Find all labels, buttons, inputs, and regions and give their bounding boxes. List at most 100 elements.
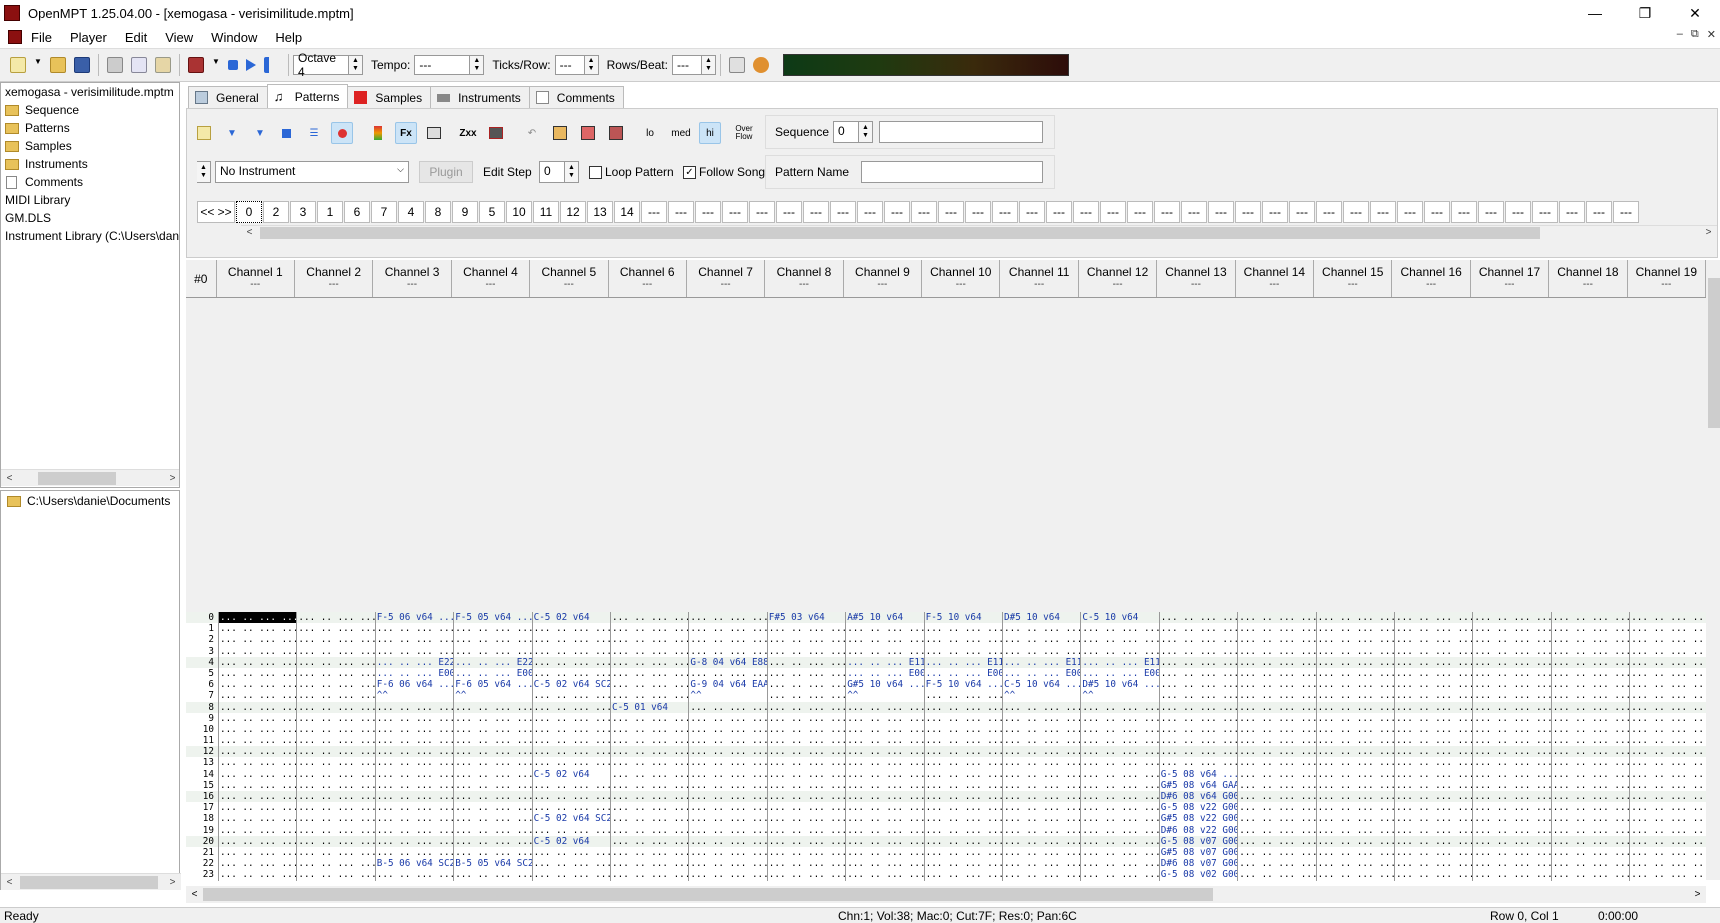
pattern-row[interactable]: 8... .. ... ...... .. ... ...... .. ... … <box>186 701 1706 713</box>
pattern-cell[interactable]: ... .. ... ... <box>1158 623 1237 635</box>
pattern-cell[interactable]: ... .. ... ... <box>1080 701 1159 713</box>
pattern-cell[interactable]: ... .. ... ... <box>923 813 1002 825</box>
plugin-button[interactable]: Plugin <box>419 161 473 183</box>
pattern-cell[interactable]: ... .. ... ... <box>453 757 532 769</box>
tree-gm-dls[interactable]: GM.DLS <box>1 209 179 227</box>
pattern-cell[interactable]: ... .. ... ... <box>1629 858 1706 870</box>
order-item[interactable]: --- <box>668 201 694 223</box>
pattern-cell[interactable]: ... .. ... ... <box>766 835 845 847</box>
file-browser-path[interactable]: C:\Users\danie\Documents <box>1 491 179 511</box>
pattern-cell[interactable]: C-5 02 v64 <box>531 612 610 624</box>
pattern-cell[interactable]: ... .. ... ... <box>1472 645 1551 657</box>
pattern-cell[interactable]: ... .. ... ... <box>531 723 610 736</box>
transpose-icon[interactable] <box>577 122 599 144</box>
pattern-cell[interactable]: ... .. ... ... <box>1002 846 1080 859</box>
pattern-cell[interactable]: ... .. ... ... <box>1394 735 1472 747</box>
pattern-properties-icon[interactable] <box>423 122 445 144</box>
pattern-cell[interactable]: ... .. ... ... <box>845 634 924 646</box>
pattern-cell[interactable]: ... .. ... ... <box>766 701 845 713</box>
pattern-cell[interactable]: ... .. ... ... <box>296 802 375 814</box>
pattern-cell[interactable]: ... .. ... ... <box>1550 667 1629 680</box>
pattern-cell[interactable]: ... .. ... ... <box>1237 835 1316 847</box>
pattern-cell[interactable]: ... .. ... ... <box>1550 813 1629 825</box>
pattern-cell[interactable]: ... .. ... ... <box>453 768 532 780</box>
pattern-cell[interactable]: ... .. ... ... <box>688 634 767 646</box>
scroll-left-icon[interactable]: < <box>241 227 258 238</box>
pattern-cell[interactable]: A#5 10 v64 <box>845 612 923 624</box>
pattern-cell[interactable]: ... .. ... ... <box>1629 712 1706 724</box>
overflow-button[interactable]: Over Flow <box>729 120 759 146</box>
pattern-cell[interactable]: ... .. ... ... <box>453 824 532 836</box>
pattern-cell[interactable]: ... .. ... ... <box>688 813 767 825</box>
edit-step-field[interactable]: 0 <box>539 161 565 183</box>
pattern-cell[interactable]: ... .. ... E00 <box>1002 667 1080 680</box>
octave-spinner[interactable]: ▲ ▼ <box>349 55 363 75</box>
pattern-cell[interactable]: ... .. ... ... <box>1002 802 1080 814</box>
pattern-cell[interactable]: ... .. ... ... <box>1237 746 1316 758</box>
pattern-cell[interactable]: ... .. ... ... <box>296 757 375 769</box>
panic-icon[interactable] <box>752 57 769 73</box>
pattern-row[interactable]: 6... .. ... ...... .. ... ... F-6 06 v64 … <box>186 679 1706 691</box>
pattern-cell[interactable]: ... .. ... ... <box>610 802 688 814</box>
channel-header-4[interactable]: Channel 4 --- <box>452 260 531 297</box>
pattern-cell[interactable]: ... .. ... ... <box>1315 645 1394 657</box>
pattern-cell[interactable]: ... .. ... ... <box>453 791 532 803</box>
pattern-cell[interactable]: ... .. ... ... <box>218 858 296 870</box>
pattern-cell[interactable]: ... .. ... ... <box>296 623 375 635</box>
pattern-cell[interactable]: ... .. ... ... <box>1315 667 1394 680</box>
pattern-cell[interactable]: ... .. ... ... <box>1394 623 1472 635</box>
follow-song-checkbox[interactable]: ✓ Follow Song <box>683 165 765 179</box>
pattern-cell[interactable]: ... .. ... ... <box>610 623 688 635</box>
pattern-name-field[interactable] <box>861 161 1043 183</box>
sequence-field[interactable]: 0 <box>833 121 859 143</box>
order-item[interactable]: --- <box>938 201 964 223</box>
pattern-cell[interactable]: ^^ <box>688 690 766 702</box>
pattern-cell[interactable]: ... .. ... ... <box>218 735 296 747</box>
pattern-cell[interactable]: ... .. ... ... <box>1394 869 1472 881</box>
pattern-cell[interactable]: ... .. ... ... <box>1315 679 1394 691</box>
order-item[interactable]: --- <box>1235 201 1261 223</box>
pattern-cell[interactable]: ... .. ... ... <box>766 858 845 870</box>
pattern-cell[interactable]: ... .. ... ... <box>1002 623 1080 635</box>
pattern-cell[interactable]: F-5 05 v64 ... <box>453 612 532 624</box>
pattern-cell[interactable]: ... .. ... ... <box>1550 779 1629 792</box>
pattern-cell[interactable]: ... .. ... ... <box>1629 667 1706 680</box>
pattern-cell[interactable]: ... .. ... E00 <box>923 667 1002 680</box>
pattern-cell[interactable]: ... .. ... ... <box>1550 634 1629 646</box>
pattern-cell[interactable]: ... .. ... ... <box>531 757 610 769</box>
pattern-cell[interactable]: ... .. ... ... <box>1080 779 1159 792</box>
menu-view[interactable]: View <box>156 30 202 45</box>
tempo-spinner[interactable]: ▲ ▼ <box>470 55 485 75</box>
pattern-cell[interactable]: ... .. ... ... <box>374 645 453 657</box>
hi-button[interactable]: hi <box>699 122 721 144</box>
loop-pattern-checkbox[interactable]: Loop Pattern <box>589 165 674 179</box>
pattern-cell[interactable]: ... .. ... ... <box>1394 779 1472 792</box>
pattern-cell[interactable]: ... .. ... ... <box>1237 679 1316 691</box>
pattern-cell[interactable]: G-5 08 v22 G00 <box>1158 802 1237 814</box>
order-item[interactable]: --- <box>722 201 748 223</box>
pattern-row[interactable]: 10... .. ... ...... .. ... ...... .. ...… <box>186 723 1706 736</box>
vu-meters-icon[interactable] <box>367 122 389 144</box>
pattern-cell[interactable]: C-5 02 v64 SC2 <box>531 813 610 825</box>
pattern-cell[interactable]: ... .. ... ... <box>296 858 375 870</box>
pattern-row[interactable]: 1... .. ... ...... .. ... ...... .. ... … <box>186 623 1706 635</box>
record-icon[interactable] <box>331 122 353 144</box>
pattern-cell[interactable]: ... .. ... ... <box>610 735 688 747</box>
pattern-cell[interactable]: ^^ <box>374 690 453 702</box>
pattern-cell[interactable]: ... .. ... ... <box>1629 723 1706 736</box>
pattern-cell[interactable]: ... .. ... ... <box>218 690 296 702</box>
pattern-cell[interactable]: ... .. ... ... <box>1472 634 1551 646</box>
mdi-close-button[interactable]: ✕ <box>1707 28 1716 41</box>
pattern-cell[interactable]: ... .. ... ... <box>1237 802 1316 814</box>
tree-instrument-library[interactable]: Instrument Library (C:\Users\dan <box>1 227 179 245</box>
order-item[interactable]: --- <box>1127 201 1153 223</box>
pattern-cell[interactable]: ... .. ... ... <box>1315 858 1394 870</box>
pattern-cell[interactable]: C-5 10 v64 ... <box>1002 679 1080 691</box>
pattern-cell[interactable]: ... .. ... ... <box>1550 735 1629 747</box>
channel-header-18[interactable]: Channel 18 --- <box>1549 260 1628 297</box>
channel-header-8[interactable]: Channel 8 --- <box>765 260 844 297</box>
pattern-cell[interactable]: B-5 05 v64 SC2 <box>453 858 532 870</box>
order-item[interactable]: 9 <box>452 201 478 223</box>
order-item[interactable]: --- <box>803 201 829 223</box>
pattern-cell[interactable]: ... .. ... ... <box>1629 690 1706 702</box>
